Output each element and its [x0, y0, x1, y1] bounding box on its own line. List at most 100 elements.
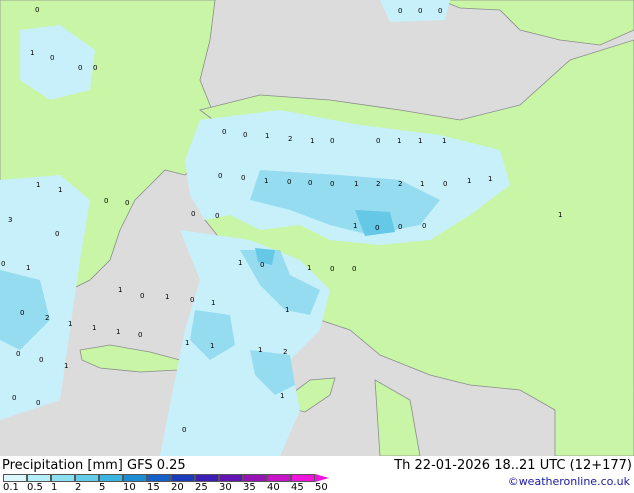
precipitation-value: 0 [215, 212, 219, 220]
precipitation-value: 0 [93, 64, 97, 72]
precipitation-value: 0 [398, 223, 402, 231]
precipitation-value: 1 [165, 293, 169, 301]
precipitation-value: 0 [20, 309, 24, 317]
scale-swatch [195, 474, 219, 482]
precipitation-value: 0 [191, 210, 195, 218]
precipitation-value: 0 [125, 199, 129, 207]
precipitation-value: 1 [354, 180, 358, 188]
scale-swatch [75, 474, 99, 482]
precipitation-value: 0 [241, 174, 245, 182]
precipitation-value: 0 [443, 180, 447, 188]
scale-tick: 20 [171, 482, 184, 493]
scale-tick: 2 [75, 482, 82, 493]
precipitation-value: 2 [288, 135, 292, 143]
legend-bar: Precipitation [mm] GFS 0.25 Th 22-01-202… [0, 456, 634, 493]
precipitation-value: 0 [287, 178, 291, 186]
precipitation-value: 0 [190, 296, 194, 304]
precipitation-value: 0 [12, 394, 16, 402]
precipitation-value: 0 [16, 350, 20, 358]
scale-tick: 35 [243, 482, 256, 493]
precipitation-value: 1 [211, 299, 215, 307]
scale-swatch [123, 474, 147, 482]
scale-swatch [27, 474, 51, 482]
precipitation-value: 0 [330, 265, 334, 273]
precipitation-value: 0 [376, 137, 380, 145]
credit-link[interactable]: ©weatheronline.co.uk [508, 475, 630, 488]
scale-tick: 1 [51, 482, 58, 493]
precipitation-value: 0 [138, 331, 142, 339]
precipitation-value: 0 [398, 7, 402, 15]
precipitation-value: 1 [258, 346, 262, 354]
precipitation-value: 0 [422, 222, 426, 230]
precipitation-value: 1 [307, 264, 311, 272]
precipitation-map: 0 0 0 0 1 0 0 0 0 0 1 2 1 0 0 1 1 1 0 0 1 0 0 0 1 2 2 1 0 1 1 1 1 0 0 0 0 1 0 0… [0, 0, 634, 456]
scale-tick: 25 [195, 482, 208, 493]
precipitation-value: 1 [238, 259, 242, 267]
scale-swatch [147, 474, 171, 482]
precipitation-value: 0 [104, 197, 108, 205]
precipitation-value: 0 [222, 128, 226, 136]
precipitation-value: 0 [418, 7, 422, 15]
precipitation-value: 1 [36, 181, 40, 189]
scale-tick: 10 [123, 482, 136, 493]
precipitation-value: 1 [185, 339, 189, 347]
precipitation-value: 0 [330, 180, 334, 188]
precipitation-value: 0 [140, 292, 144, 300]
scale-swatch [99, 474, 123, 482]
precipitation-value: 0 [330, 137, 334, 145]
precipitation-value: 0 [36, 399, 40, 407]
precipitation-value: 1 [558, 211, 562, 219]
precipitation-value: 0 [260, 261, 264, 269]
precipitation-value: 1 [64, 362, 68, 370]
scale-tick: 30 [219, 482, 232, 493]
precipitation-value: 1 [265, 132, 269, 140]
precipitation-value: 0 [438, 7, 442, 15]
precipitation-value: 1 [116, 328, 120, 336]
scale-swatch [243, 474, 267, 482]
scale-tick: 45 [291, 482, 304, 493]
precipitation-value: 0 [352, 265, 356, 273]
precipitation-value: 0 [218, 172, 222, 180]
precipitation-value: 1 [68, 320, 72, 328]
precipitation-value: 1 [285, 306, 289, 314]
precipitation-value: 0 [50, 54, 54, 62]
precipitation-value: 1 [26, 264, 30, 272]
precipitation-value: 1 [353, 222, 357, 230]
precipitation-value: 1 [92, 324, 96, 332]
precipitation-value: 0 [35, 6, 39, 14]
forecast-datetime: Th 22-01-2026 18..21 UTC (12+177) [394, 458, 632, 473]
precipitation-value: 1 [280, 392, 284, 400]
precipitation-value: 1 [442, 137, 446, 145]
precipitation-value: 0 [39, 356, 43, 364]
precipitation-value: 0 [243, 131, 247, 139]
precipitation-value: 2 [283, 348, 287, 356]
precipitation-value: 0 [308, 179, 312, 187]
precipitation-value: 1 [420, 180, 424, 188]
precipitation-value: 1 [264, 177, 268, 185]
precipitation-value: 1 [58, 186, 62, 194]
precipitation-value: 0 [78, 64, 82, 72]
precipitation-value: 2 [376, 180, 380, 188]
scale-arrow [315, 474, 329, 482]
scale-swatch [51, 474, 75, 482]
precipitation-value: 1 [418, 137, 422, 145]
scale-tick: 40 [267, 482, 280, 493]
precipitation-value: 1 [488, 175, 492, 183]
precipitation-value: 0 [1, 260, 5, 268]
scale-tick: 0.5 [27, 482, 43, 493]
precipitation-value: 1 [397, 137, 401, 145]
precipitation-value: 1 [310, 137, 314, 145]
precipitation-value: 1 [210, 342, 214, 350]
legend-title: Precipitation [mm] GFS 0.25 [2, 458, 186, 473]
scale-swatch [219, 474, 243, 482]
scale-swatch [267, 474, 291, 482]
scale-swatch [3, 474, 27, 482]
scale-tick: 0.1 [3, 482, 19, 493]
precipitation-value: 0 [375, 224, 379, 232]
scale-tick: 15 [147, 482, 160, 493]
precipitation-value: 3 [8, 216, 12, 224]
scale-swatch [171, 474, 195, 482]
precipitation-value: 1 [118, 286, 122, 294]
scale-swatch [291, 474, 315, 482]
precipitation-value: 0 [55, 230, 59, 238]
